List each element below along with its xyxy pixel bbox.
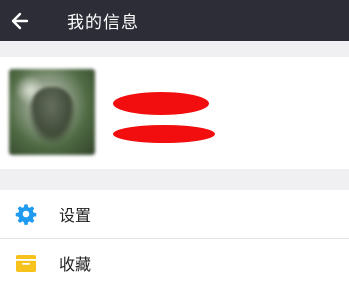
redacted-username (113, 92, 209, 115)
redacted-user-id (113, 125, 215, 143)
page-title: 我的信息 (67, 13, 139, 33)
menu-item-favorites[interactable]: 收藏 (0, 238, 349, 285)
menu-label-settings: 设置 (59, 206, 92, 225)
back-arrow-icon (11, 12, 29, 29)
avatar[interactable] (9, 69, 95, 155)
back-button[interactable] (0, 0, 40, 41)
menu-item-settings[interactable]: 设置 (0, 190, 349, 238)
top-bar: 我的信息 (0, 0, 349, 41)
settings-menu: 设置 收藏 (0, 190, 349, 285)
gear-icon (14, 202, 38, 226)
folder-icon (14, 251, 38, 275)
menu-label-favorites: 收藏 (59, 254, 92, 274)
avatar-figure (29, 87, 75, 143)
